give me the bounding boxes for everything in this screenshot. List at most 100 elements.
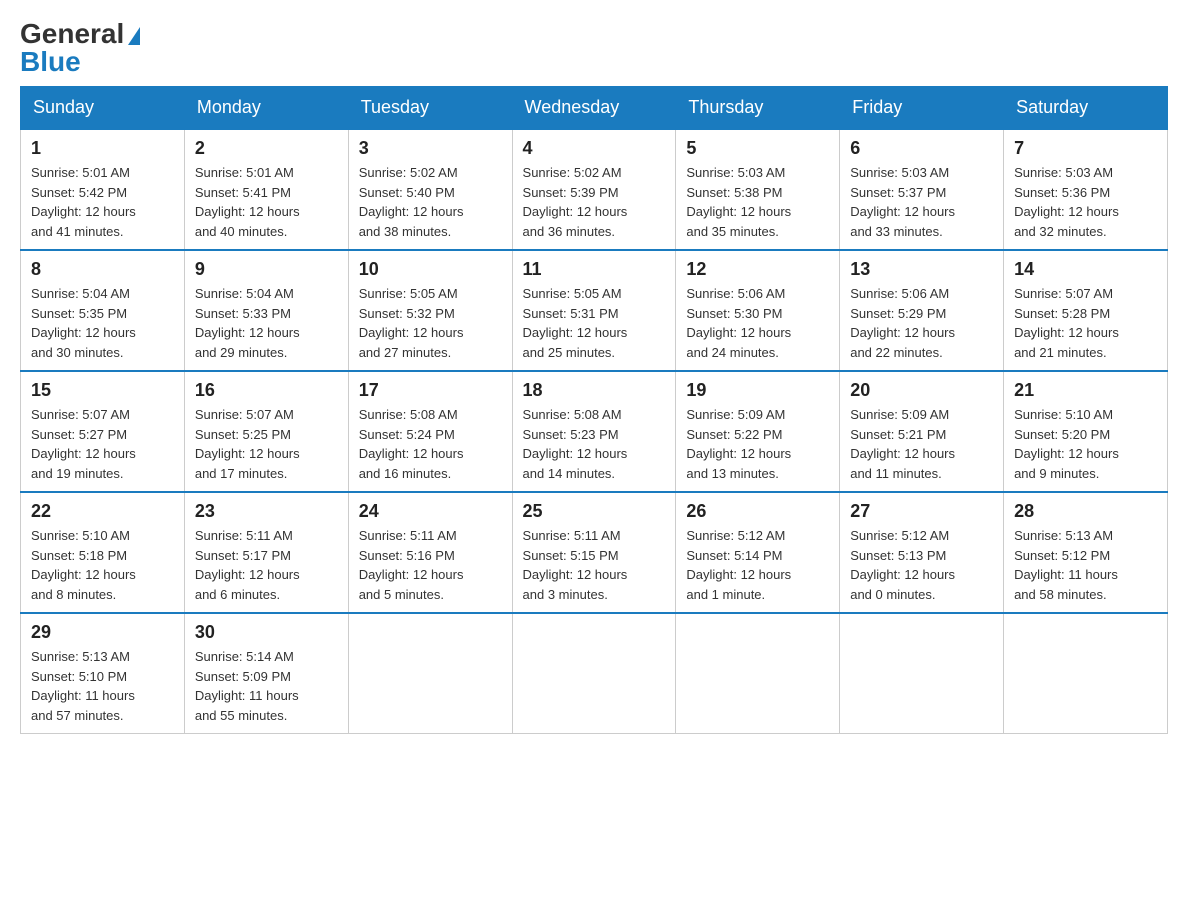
day-number: 2 <box>195 138 338 159</box>
day-number: 1 <box>31 138 174 159</box>
day-number: 13 <box>850 259 993 280</box>
logo-blue-text: Blue <box>20 48 81 76</box>
day-number: 5 <box>686 138 829 159</box>
day-info: Sunrise: 5:10 AMSunset: 5:18 PMDaylight:… <box>31 526 174 604</box>
calendar-empty-cell <box>676 613 840 734</box>
calendar-day-cell: 21 Sunrise: 5:10 AMSunset: 5:20 PMDayligh… <box>1004 371 1168 492</box>
weekday-header-sunday: Sunday <box>21 87 185 130</box>
day-info: Sunrise: 5:06 AMSunset: 5:30 PMDaylight:… <box>686 284 829 362</box>
weekday-header-tuesday: Tuesday <box>348 87 512 130</box>
day-number: 8 <box>31 259 174 280</box>
calendar-week-row: 29Sunrise: 5:13 AMSunset: 5:10 PMDayligh… <box>21 613 1168 734</box>
logo-triangle-icon <box>128 27 140 45</box>
day-info: Sunrise: 5:07 AMSunset: 5:27 PMDaylight:… <box>31 405 174 483</box>
day-info: Sunrise: 5:14 AMSunset: 5:09 PMDaylight:… <box>195 647 338 725</box>
day-number: 20 <box>850 380 993 401</box>
day-number: 19 <box>686 380 829 401</box>
calendar-day-cell: 17 Sunrise: 5:08 AMSunset: 5:24 PMDayligh… <box>348 371 512 492</box>
day-info: Sunrise: 5:08 AMSunset: 5:23 PMDaylight:… <box>523 405 666 483</box>
day-info: Sunrise: 5:09 AMSunset: 5:21 PMDaylight:… <box>850 405 993 483</box>
day-info: Sunrise: 5:08 AMSunset: 5:24 PMDaylight:… <box>359 405 502 483</box>
calendar-empty-cell <box>348 613 512 734</box>
calendar-empty-cell <box>512 613 676 734</box>
day-number: 26 <box>686 501 829 522</box>
calendar-day-cell: 15 Sunrise: 5:07 AMSunset: 5:27 PMDayligh… <box>21 371 185 492</box>
calendar-day-cell: 19 Sunrise: 5:09 AMSunset: 5:22 PMDayligh… <box>676 371 840 492</box>
logo-general-text: General <box>20 20 140 48</box>
day-info: Sunrise: 5:13 AMSunset: 5:12 PMDaylight:… <box>1014 526 1157 604</box>
calendar-week-row: 22 Sunrise: 5:10 AMSunset: 5:18 PMDayligh… <box>21 492 1168 613</box>
day-number: 12 <box>686 259 829 280</box>
day-number: 29 <box>31 622 174 643</box>
calendar-header-row: SundayMondayTuesdayWednesdayThursdayFrid… <box>21 87 1168 130</box>
calendar-day-cell: 23 Sunrise: 5:11 AMSunset: 5:17 PMDayligh… <box>184 492 348 613</box>
day-info: Sunrise: 5:02 AMSunset: 5:39 PMDaylight:… <box>523 163 666 241</box>
day-info: Sunrise: 5:04 AMSunset: 5:33 PMDaylight:… <box>195 284 338 362</box>
day-number: 10 <box>359 259 502 280</box>
day-info: Sunrise: 5:03 AMSunset: 5:37 PMDaylight:… <box>850 163 993 241</box>
day-info: Sunrise: 5:03 AMSunset: 5:36 PMDaylight:… <box>1014 163 1157 241</box>
logo: General Blue <box>20 20 140 76</box>
weekday-header-wednesday: Wednesday <box>512 87 676 130</box>
calendar-day-cell: 18 Sunrise: 5:08 AMSunset: 5:23 PMDayligh… <box>512 371 676 492</box>
day-number: 11 <box>523 259 666 280</box>
day-number: 15 <box>31 380 174 401</box>
day-number: 22 <box>31 501 174 522</box>
day-number: 24 <box>359 501 502 522</box>
day-number: 25 <box>523 501 666 522</box>
day-info: Sunrise: 5:12 AMSunset: 5:14 PMDaylight:… <box>686 526 829 604</box>
calendar-day-cell: 10 Sunrise: 5:05 AMSunset: 5:32 PMDayligh… <box>348 250 512 371</box>
day-info: Sunrise: 5:10 AMSunset: 5:20 PMDaylight:… <box>1014 405 1157 483</box>
day-info: Sunrise: 5:05 AMSunset: 5:31 PMDaylight:… <box>523 284 666 362</box>
day-info: Sunrise: 5:06 AMSunset: 5:29 PMDaylight:… <box>850 284 993 362</box>
calendar-day-cell: 2Sunrise: 5:01 AMSunset: 5:41 PMDaylight… <box>184 129 348 250</box>
calendar-day-cell: 14Sunrise: 5:07 AMSunset: 5:28 PMDayligh… <box>1004 250 1168 371</box>
day-info: Sunrise: 5:11 AMSunset: 5:17 PMDaylight:… <box>195 526 338 604</box>
day-number: 18 <box>523 380 666 401</box>
calendar-empty-cell <box>1004 613 1168 734</box>
day-number: 23 <box>195 501 338 522</box>
day-number: 21 <box>1014 380 1157 401</box>
day-number: 3 <box>359 138 502 159</box>
day-number: 27 <box>850 501 993 522</box>
calendar-day-cell: 28 Sunrise: 5:13 AMSunset: 5:12 PMDayligh… <box>1004 492 1168 613</box>
day-number: 28 <box>1014 501 1157 522</box>
day-number: 16 <box>195 380 338 401</box>
calendar-day-cell: 30 Sunrise: 5:14 AMSunset: 5:09 PMDayligh… <box>184 613 348 734</box>
calendar-day-cell: 16 Sunrise: 5:07 AMSunset: 5:25 PMDayligh… <box>184 371 348 492</box>
day-info: Sunrise: 5:07 AMSunset: 5:25 PMDaylight:… <box>195 405 338 483</box>
calendar-day-cell: 20 Sunrise: 5:09 AMSunset: 5:21 PMDayligh… <box>840 371 1004 492</box>
day-info: Sunrise: 5:05 AMSunset: 5:32 PMDaylight:… <box>359 284 502 362</box>
calendar-day-cell: 1Sunrise: 5:01 AMSunset: 5:42 PMDaylight… <box>21 129 185 250</box>
weekday-header-friday: Friday <box>840 87 1004 130</box>
calendar-day-cell: 3Sunrise: 5:02 AMSunset: 5:40 PMDaylight… <box>348 129 512 250</box>
page-header: General Blue <box>20 20 1168 76</box>
calendar-day-cell: 4Sunrise: 5:02 AMSunset: 5:39 PMDaylight… <box>512 129 676 250</box>
calendar-day-cell: 6 Sunrise: 5:03 AMSunset: 5:37 PMDaylight… <box>840 129 1004 250</box>
calendar-week-row: 15 Sunrise: 5:07 AMSunset: 5:27 PMDayligh… <box>21 371 1168 492</box>
calendar-day-cell: 13 Sunrise: 5:06 AMSunset: 5:29 PMDayligh… <box>840 250 1004 371</box>
calendar-day-cell: 24 Sunrise: 5:11 AMSunset: 5:16 PMDayligh… <box>348 492 512 613</box>
day-info: Sunrise: 5:09 AMSunset: 5:22 PMDaylight:… <box>686 405 829 483</box>
weekday-header-saturday: Saturday <box>1004 87 1168 130</box>
calendar-day-cell: 12 Sunrise: 5:06 AMSunset: 5:30 PMDayligh… <box>676 250 840 371</box>
calendar-day-cell: 29Sunrise: 5:13 AMSunset: 5:10 PMDayligh… <box>21 613 185 734</box>
calendar-week-row: 8Sunrise: 5:04 AMSunset: 5:35 PMDaylight… <box>21 250 1168 371</box>
day-number: 6 <box>850 138 993 159</box>
weekday-header-monday: Monday <box>184 87 348 130</box>
calendar-day-cell: 27Sunrise: 5:12 AMSunset: 5:13 PMDayligh… <box>840 492 1004 613</box>
day-number: 9 <box>195 259 338 280</box>
calendar-day-cell: 7Sunrise: 5:03 AMSunset: 5:36 PMDaylight… <box>1004 129 1168 250</box>
day-number: 17 <box>359 380 502 401</box>
calendar-day-cell: 26 Sunrise: 5:12 AMSunset: 5:14 PMDayligh… <box>676 492 840 613</box>
calendar-day-cell: 22 Sunrise: 5:10 AMSunset: 5:18 PMDayligh… <box>21 492 185 613</box>
calendar-table: SundayMondayTuesdayWednesdayThursdayFrid… <box>20 86 1168 734</box>
day-info: Sunrise: 5:03 AMSunset: 5:38 PMDaylight:… <box>686 163 829 241</box>
day-number: 30 <box>195 622 338 643</box>
day-number: 14 <box>1014 259 1157 280</box>
day-info: Sunrise: 5:11 AMSunset: 5:16 PMDaylight:… <box>359 526 502 604</box>
calendar-empty-cell <box>840 613 1004 734</box>
calendar-day-cell: 5 Sunrise: 5:03 AMSunset: 5:38 PMDaylight… <box>676 129 840 250</box>
weekday-header-thursday: Thursday <box>676 87 840 130</box>
calendar-day-cell: 9 Sunrise: 5:04 AMSunset: 5:33 PMDaylight… <box>184 250 348 371</box>
